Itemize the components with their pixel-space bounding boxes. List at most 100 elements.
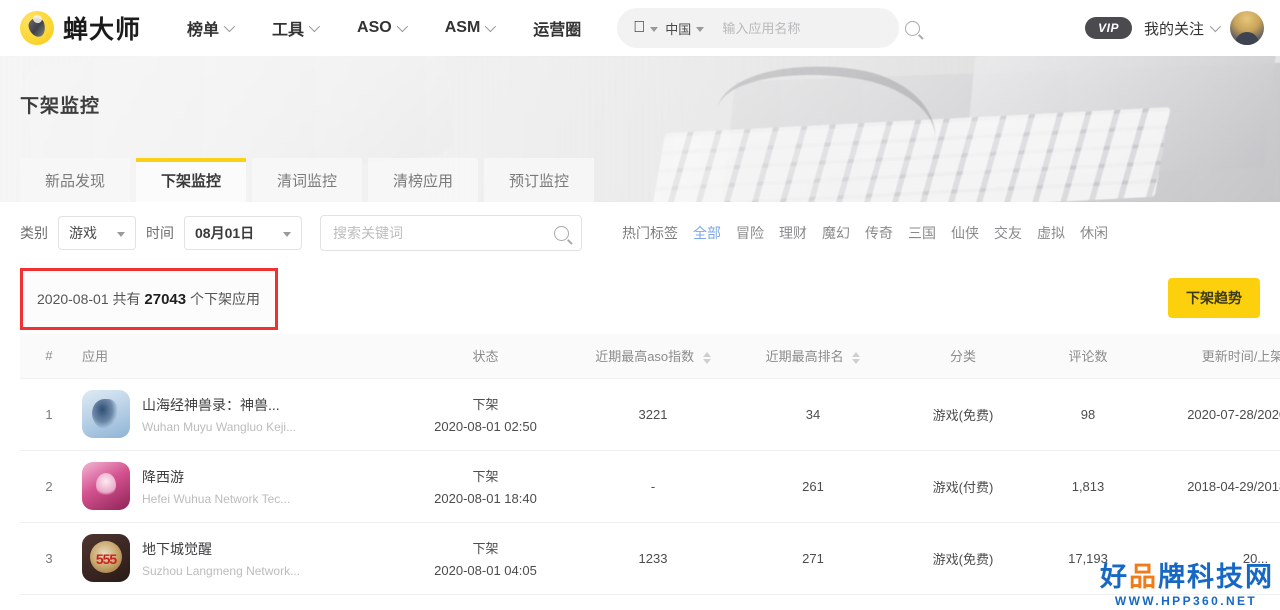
table-header-row: # 应用 状态 近期最高aso指数 近期最高排名 分类 评论数 更新时间/上架时… (20, 334, 1280, 379)
cell-times: 20... (1143, 522, 1280, 595)
header-comments: 评论数 (1033, 334, 1143, 379)
header-state: 状态 (398, 334, 573, 379)
tag-fantasy[interactable]: 魔幻 (822, 223, 850, 243)
user-avatar[interactable] (1230, 11, 1264, 45)
app-cell[interactable]: 降西游 Hefei Wuhua Network Tec... (78, 462, 398, 510)
global-search-bar:  中国 (617, 8, 921, 48)
tag-casual[interactable]: 休闲 (1080, 223, 1108, 243)
table-row[interactable]: 1 山海经神兽录：神兽... Wuhan Muyu Wangluo Keji..… (20, 378, 1280, 451)
cell-rank: 1 (20, 378, 78, 451)
nav-item-label: 榜单 (187, 22, 220, 39)
app-name: 山海经神兽录：神兽... (142, 396, 280, 413)
cell-category: 游戏(免费) (893, 378, 1033, 451)
app-name: 降西游 (142, 468, 184, 485)
platform-selector[interactable]:  (633, 20, 659, 36)
cell-comments: 1,813 (1033, 450, 1143, 523)
summary-text: 2020-08-01 共有 27043 个下架应用 (37, 289, 260, 309)
sort-icon[interactable] (702, 351, 711, 364)
search-icon[interactable] (905, 20, 921, 36)
nav-item-asm[interactable]: ASM (425, 0, 514, 56)
tab-cleared-apps[interactable]: 清榜应用 (368, 158, 478, 202)
hot-tags-row: 热门标签 全部 冒险 理财 魔幻 传奇 三国 仙侠 交友 虚拟 休闲 (622, 223, 1108, 243)
table-row[interactable]: 2 降西游 Hefei Wuhua Network Tec... 下架 2020 (20, 450, 1280, 523)
tag-adventure[interactable]: 冒险 (736, 223, 764, 243)
hero-banner: 下架监控 新品发现 下架监控 清词监控 清榜应用 预订监控 (0, 56, 1280, 202)
header-rank: # (20, 334, 78, 379)
tag-social[interactable]: 交友 (994, 223, 1022, 243)
global-search-input[interactable] (722, 20, 899, 36)
page-root: 蝉大师 榜单 工具 ASO ASM 运营圈 中国 输入应用名称 VIP 我的关注… (0, 0, 1280, 610)
cell-aso-index: 1233 (573, 522, 733, 595)
tab-delist-monitor[interactable]: 下架监控 (136, 158, 246, 202)
nav-item-label: 工具 (272, 22, 305, 39)
chevron-down-icon (1209, 20, 1222, 33)
cell-category: 游戏(付费) (893, 450, 1033, 523)
summary-section: 2020-08-01 共有 27043 个下架应用 下架趋势 (0, 264, 1280, 334)
brand-home-link[interactable]: 蝉大师 (20, 10, 141, 46)
tab-label: 下架监控 (160, 172, 221, 190)
my-follow-label: 我的关注 (1143, 20, 1204, 38)
date-filter-label: 时间 (146, 225, 174, 241)
tab-new-releases[interactable]: 新品发现 (20, 158, 130, 202)
tab-preorder-monitor[interactable]: 预订监控 (484, 158, 594, 202)
vip-badge[interactable]: VIP (1085, 17, 1132, 39)
chevron-down-icon (485, 20, 497, 33)
summary-suffix: 个下架应用 (190, 291, 261, 307)
cell-category: 游戏(免费) (893, 522, 1033, 595)
nav-item-aso[interactable]: ASO (337, 0, 425, 56)
nav-item-rankings[interactable]: 榜单 (167, 0, 252, 56)
tag-all[interactable]: 全部 (693, 223, 721, 243)
cell-state: 下架 2020-08-01 04:05 (398, 522, 573, 595)
cell-best-rank: 271 (733, 522, 893, 595)
table-head: # 应用 状态 近期最高aso指数 近期最高排名 分类 评论数 更新时间/上架时… (20, 334, 1280, 379)
app-cell[interactable]: 地下城觉醒 Suzhou Langmeng Network... (78, 534, 398, 582)
delist-trend-button[interactable]: 下架趋势 (1168, 278, 1260, 318)
cicada-logo-icon (20, 11, 54, 45)
tab-keyword-monitor[interactable]: 清词监控 (252, 158, 362, 202)
page-title: 下架监控 (20, 96, 101, 117)
nav-right-group: VIP 我的关注 (1085, 11, 1264, 45)
header-aso-index[interactable]: 近期最高aso指数 (573, 334, 733, 379)
tag-three-kingdoms[interactable]: 三国 (908, 223, 936, 243)
tag-virtual[interactable]: 虚拟 (1037, 223, 1065, 243)
chevron-down-icon (396, 20, 408, 33)
sort-icon[interactable] (852, 351, 861, 364)
app-meta: 降西游 Hefei Wuhua Network Tec... (142, 467, 290, 506)
header-best-rank[interactable]: 近期最高排名 (733, 334, 893, 379)
table-row[interactable]: 3 地下城觉醒 Suzhou Langmeng Network... 下架 20 (20, 522, 1280, 595)
summary-count: 27043 (144, 291, 187, 308)
nav-item-label: ASM (444, 19, 481, 36)
region-selector[interactable]: 中国 (665, 19, 705, 38)
tab-label: 清榜应用 (392, 172, 453, 190)
status-badge: 下架 (472, 541, 499, 556)
delist-table: # 应用 状态 近期最高aso指数 近期最高排名 分类 评论数 更新时间/上架时… (20, 334, 1280, 595)
tag-finance[interactable]: 理财 (779, 223, 807, 243)
app-cell[interactable]: 山海经神兽录：神兽... Wuhan Muyu Wangluo Keji... (78, 390, 398, 438)
tab-label: 清词监控 (276, 172, 337, 190)
nav-item-tools[interactable]: 工具 (252, 0, 337, 56)
tag-xianxia[interactable]: 仙侠 (951, 223, 979, 243)
chevron-down-icon (223, 20, 236, 33)
status-badge: 下架 (472, 469, 499, 484)
app-meta: 山海经神兽录：神兽... Wuhan Muyu Wangluo Keji... (142, 395, 296, 434)
cell-times: 2018-04-29/2018-04-29 (1143, 450, 1280, 523)
summary-prefix: 共有 (112, 291, 141, 307)
date-select-value: 08月01日 (195, 225, 255, 241)
watermark-url: WWW.HPP360.NET (1114, 594, 1258, 608)
nav-item-label: 运营圈 (533, 22, 582, 39)
date-select[interactable]: 08月01日 (184, 216, 302, 250)
cell-best-rank: 34 (733, 378, 893, 451)
cell-state: 下架 2020-08-01 18:40 (398, 450, 573, 523)
keyword-search-input[interactable] (333, 225, 554, 241)
my-follow-menu[interactable]: 我的关注 (1143, 18, 1222, 39)
cell-comments: 98 (1033, 378, 1143, 451)
apple-icon:  (633, 20, 645, 36)
category-select[interactable]: 游戏 (58, 216, 136, 250)
main-nav-items: 榜单 工具 ASO ASM 运营圈 (167, 0, 601, 56)
tag-legend[interactable]: 传奇 (865, 223, 893, 243)
cell-aso-index: 3221 (573, 378, 733, 451)
nav-item-community[interactable]: 运营圈 (513, 0, 601, 56)
tab-label: 新品发现 (44, 172, 105, 190)
search-icon[interactable] (554, 225, 569, 241)
status-time: 2020-08-01 02:50 (434, 419, 537, 434)
